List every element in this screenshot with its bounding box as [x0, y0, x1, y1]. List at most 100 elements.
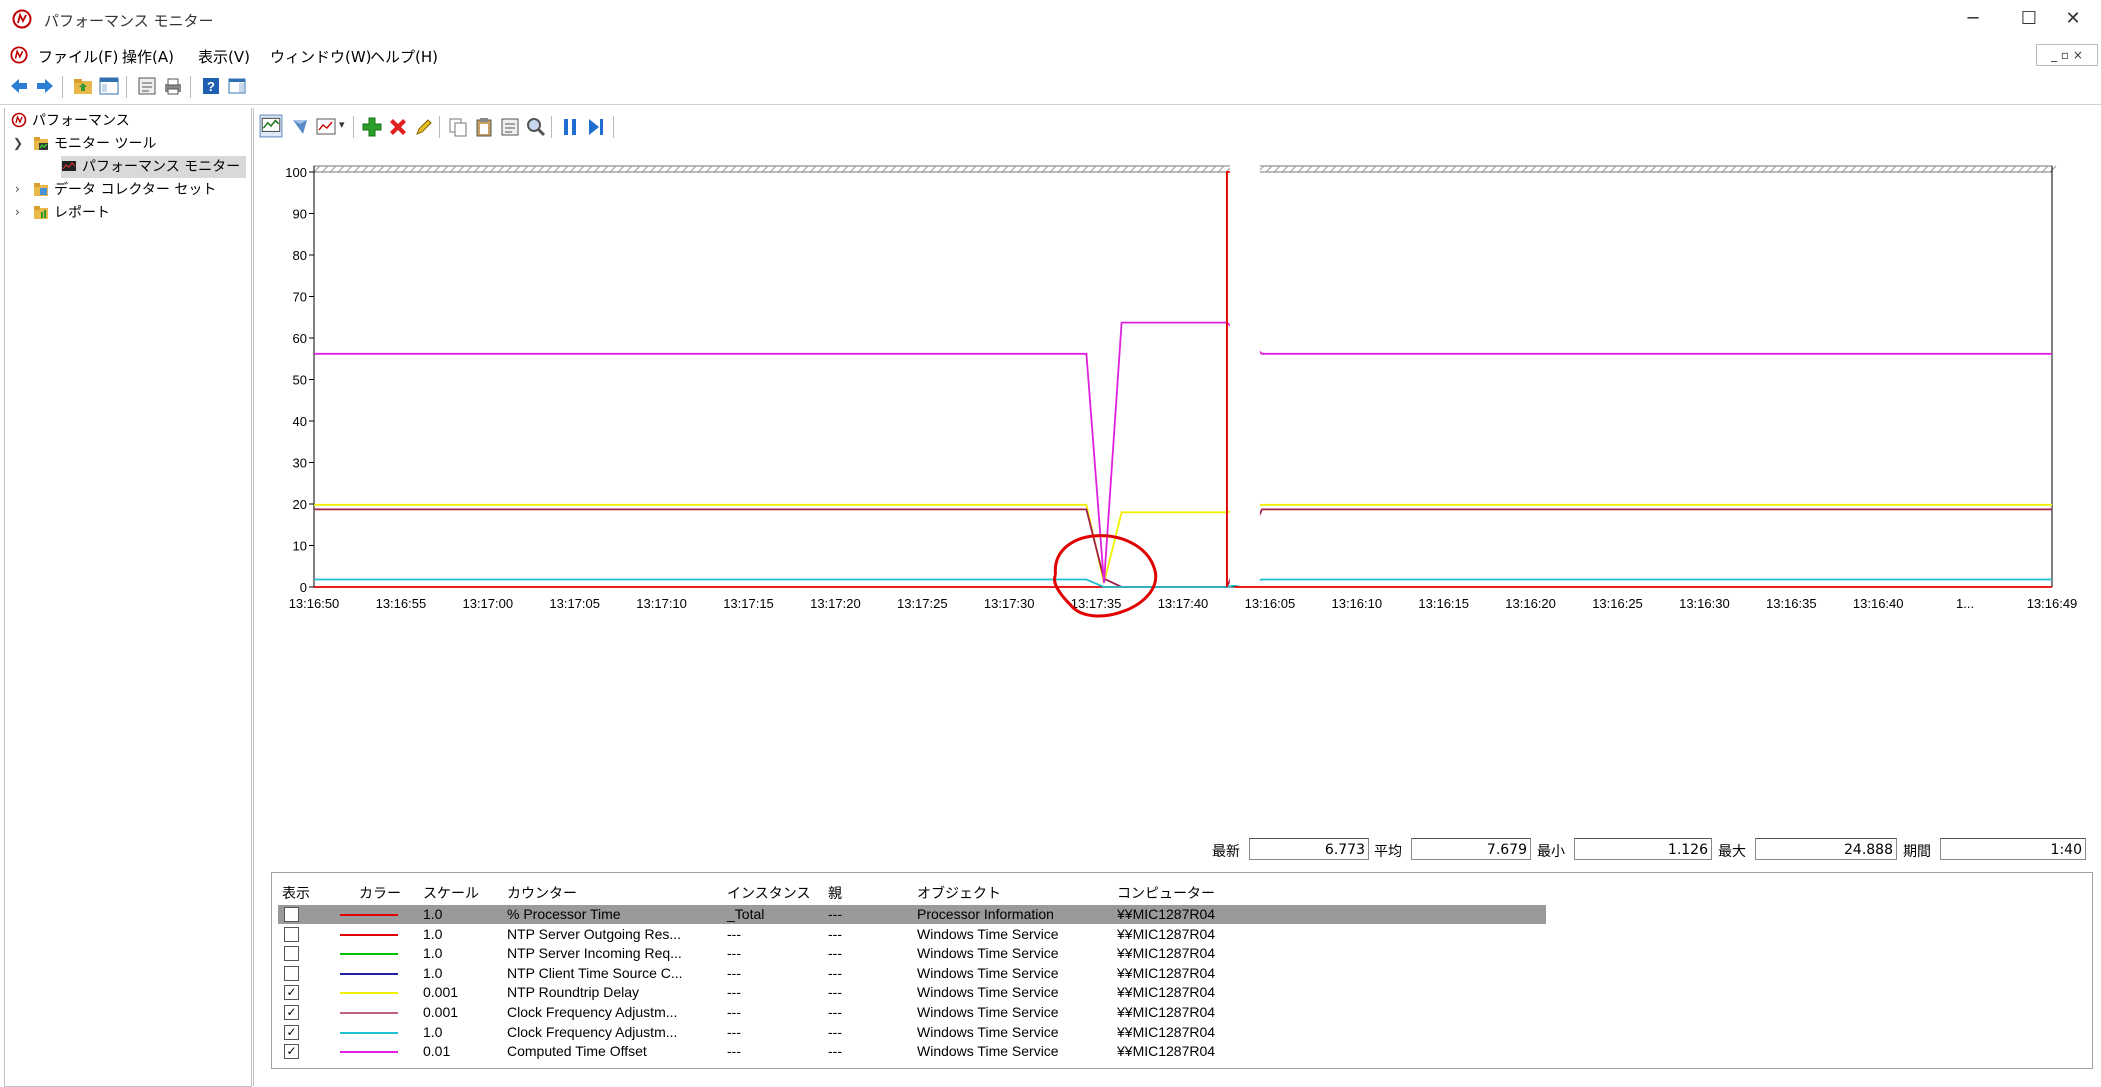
column-header-computer[interactable]: コンピューター	[1117, 883, 1215, 903]
dropdown-arrow-icon[interactable]: ▾	[339, 118, 345, 131]
chevron-right-icon[interactable]: ›	[15, 205, 29, 219]
forward-arrow-icon[interactable]	[34, 75, 56, 97]
mdi-window-controls[interactable]: _ ▫ ×	[2036, 44, 2098, 66]
properties-icon[interactable]	[136, 75, 158, 97]
up-folder-icon[interactable]	[72, 75, 94, 97]
copy-properties-icon[interactable]	[447, 116, 469, 138]
zoom-magnifier-icon[interactable]	[525, 116, 547, 138]
legend-row[interactable]: ✓ 0.001 Clock Frequency Adjustm... --- --- Wi…	[278, 1003, 1546, 1022]
column-header-show[interactable]: 表示	[282, 883, 310, 903]
legend-row[interactable]: ✓ 0.001 NTP Roundtrip Delay --- --- Windows T…	[278, 983, 1546, 1002]
legend-cell-computer: ¥¥MIC1287R04	[1117, 1043, 1216, 1060]
legend-cell-object: Windows Time Service	[917, 945, 1059, 962]
show-checkbox[interactable]	[284, 965, 299, 981]
view-current-activity-icon[interactable]	[259, 114, 283, 138]
tree-item-reports[interactable]: レポート	[33, 202, 110, 224]
column-header-scale[interactable]: スケール	[423, 883, 479, 903]
legend-cell-parent: ---	[828, 925, 842, 942]
legend-cell-computer: ¥¥MIC1287R04	[1117, 1004, 1216, 1020]
show-checkbox[interactable]: ✓	[284, 1044, 299, 1060]
legend-row[interactable]: 1.0 NTP Server Incoming Req... --- --- Windo…	[278, 944, 1546, 963]
monitor-chart-icon	[62, 161, 76, 171]
view-log-data-icon[interactable]	[289, 116, 311, 138]
column-header-color[interactable]: カラー	[359, 883, 401, 903]
toolbar-separator	[62, 76, 63, 98]
color-swatch	[340, 1012, 398, 1014]
chevron-right-icon[interactable]: ›	[15, 182, 29, 196]
toolbar-separator	[126, 76, 127, 98]
minimum-value: 1.126	[1574, 838, 1712, 860]
close-button[interactable]: ✕	[2045, 4, 2101, 34]
legend-cell-parent: ---	[828, 1023, 842, 1040]
title-bar: パフォーマンス モニター ─ ☐ ✕	[0, 0, 2101, 38]
legend-cell-computer: ¥¥MIC1287R04	[1117, 925, 1216, 942]
legend-cell-object: Windows Time Service	[917, 1023, 1059, 1040]
update-data-step-icon[interactable]	[585, 116, 607, 138]
legend-cell-counter: Clock Frequency Adjustm...	[507, 1023, 678, 1040]
menu-file[interactable]: ファイル(F)	[38, 46, 118, 67]
show-checkbox[interactable]	[284, 946, 299, 962]
y-tick-label: 60	[293, 331, 307, 346]
show-checkbox[interactable]: ✓	[284, 985, 299, 1001]
column-header-object[interactable]: オブジェクト	[917, 883, 1001, 903]
column-header-instance[interactable]: インスタンス	[727, 883, 810, 903]
y-tick-label: 50	[293, 373, 307, 388]
tree-item-monitor-tools[interactable]: モニター ツール	[33, 133, 156, 155]
x-tick-label: 13:17:00	[462, 596, 513, 611]
y-tick-label: 90	[293, 207, 307, 222]
freeze-display-pause-icon[interactable]	[559, 116, 581, 138]
legend-cell-scale: 1.0	[423, 964, 443, 981]
menu-action[interactable]: 操作(A)	[122, 46, 174, 67]
show-checkbox[interactable]	[284, 907, 299, 922]
legend-cell-object: Windows Time Service	[917, 925, 1059, 942]
print-icon[interactable]	[162, 75, 184, 97]
tree-item-performance-monitor[interactable]: パフォーマンス モニター	[61, 156, 247, 178]
legend-cell-instance: ---	[727, 984, 741, 1001]
change-graph-type-icon[interactable]	[315, 116, 337, 138]
add-counter-icon[interactable]	[361, 116, 383, 138]
legend-cell-computer: ¥¥MIC1287R04	[1117, 964, 1216, 981]
x-tick-label: 13:16:25	[1592, 596, 1643, 611]
show-checkbox[interactable]: ✓	[284, 1024, 299, 1040]
highlight-pencil-icon[interactable]	[413, 116, 435, 138]
performance-chart[interactable]: 0 10 20 30 40 50 60 70 80 90 100 13:16:50 13:16:55 13…	[257, 160, 2097, 830]
properties-icon[interactable]	[499, 116, 521, 138]
y-tick-label: 80	[293, 248, 307, 263]
color-swatch	[340, 992, 398, 995]
delete-counter-icon[interactable]	[387, 116, 409, 138]
menu-window[interactable]: ウィンドウ(W)	[270, 46, 372, 67]
counter-legend-table: 表示 カラー スケール カウンター インスタンス 親 オブジェクト コンピュータ…	[271, 872, 2093, 1069]
color-swatch	[340, 933, 398, 936]
x-tick-label: 13:16:35	[1766, 596, 1817, 611]
help-icon[interactable]: ?	[200, 75, 222, 97]
menu-view[interactable]: 表示(V)	[198, 46, 250, 67]
legend-cell-instance: ---	[727, 925, 741, 942]
legend-row[interactable]: 1.0 NTP Client Time Source C... --- --- Wind…	[278, 964, 1546, 983]
x-tick-label: 13:16:30	[1679, 596, 1730, 611]
legend-cell-counter: NTP Client Time Source C...	[507, 964, 683, 981]
legend-row[interactable]: 1.0 NTP Server Outgoing Res... --- --- Windo…	[278, 925, 1546, 944]
legend-cell-object: Windows Time Service	[917, 964, 1059, 981]
minimize-button[interactable]: ─	[1945, 4, 2001, 34]
paste-counter-icon[interactable]	[473, 116, 495, 138]
legend-row[interactable]: 1.0 % Processor Time _Total --- Processor In…	[278, 905, 1546, 924]
x-tick-label: 13:16:49	[2027, 596, 2078, 611]
legend-cell-instance: _Total	[727, 906, 765, 922]
legend-row[interactable]: ✓ 0.01 Computed Time Offset --- --- Windows T…	[278, 1042, 1546, 1061]
tree-item-performance[interactable]: パフォーマンス	[11, 110, 130, 132]
x-tick-label: 13:17:15	[723, 596, 774, 611]
action-pane-icon[interactable]	[226, 75, 248, 97]
show-hide-tree-icon[interactable]	[98, 75, 120, 97]
chevron-down-icon[interactable]: ❯	[13, 136, 27, 150]
back-arrow-icon[interactable]	[8, 75, 30, 97]
menu-bar: ファイル(F) 操作(A) 表示(V) ウィンドウ(W) ヘルプ(H) _ ▫ …	[0, 38, 2101, 70]
main-toolbar: ?	[0, 70, 2101, 105]
column-header-parent[interactable]: 親	[828, 883, 842, 903]
show-checkbox[interactable]	[284, 926, 299, 942]
tree-label: モニター ツール	[54, 136, 157, 152]
show-checkbox[interactable]: ✓	[284, 1005, 299, 1020]
tree-item-data-collector-sets[interactable]: データ コレクター セット	[33, 179, 216, 201]
legend-row[interactable]: ✓ 1.0 Clock Frequency Adjustm... --- --- Wind…	[278, 1023, 1546, 1042]
column-header-counter[interactable]: カウンター	[507, 883, 577, 903]
menu-help[interactable]: ヘルプ(H)	[370, 46, 438, 67]
